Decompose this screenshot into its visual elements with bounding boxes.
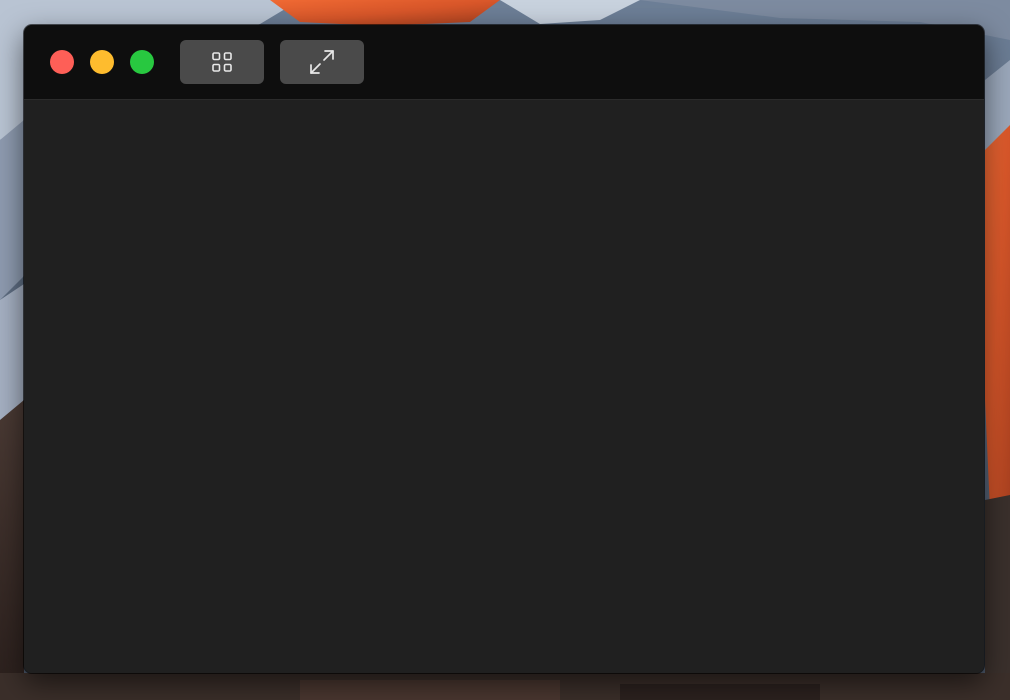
close-button[interactable] xyxy=(50,50,74,74)
grid-view-button[interactable] xyxy=(180,40,264,84)
expand-button[interactable] xyxy=(280,40,364,84)
zoom-button[interactable] xyxy=(130,50,154,74)
minimize-button[interactable] xyxy=(90,50,114,74)
expand-arrows-icon xyxy=(310,50,334,74)
title-bar[interactable] xyxy=(24,25,984,100)
window-content xyxy=(24,100,984,673)
desktop xyxy=(0,0,1010,700)
app-window xyxy=(24,25,984,673)
grid-icon xyxy=(212,52,232,72)
